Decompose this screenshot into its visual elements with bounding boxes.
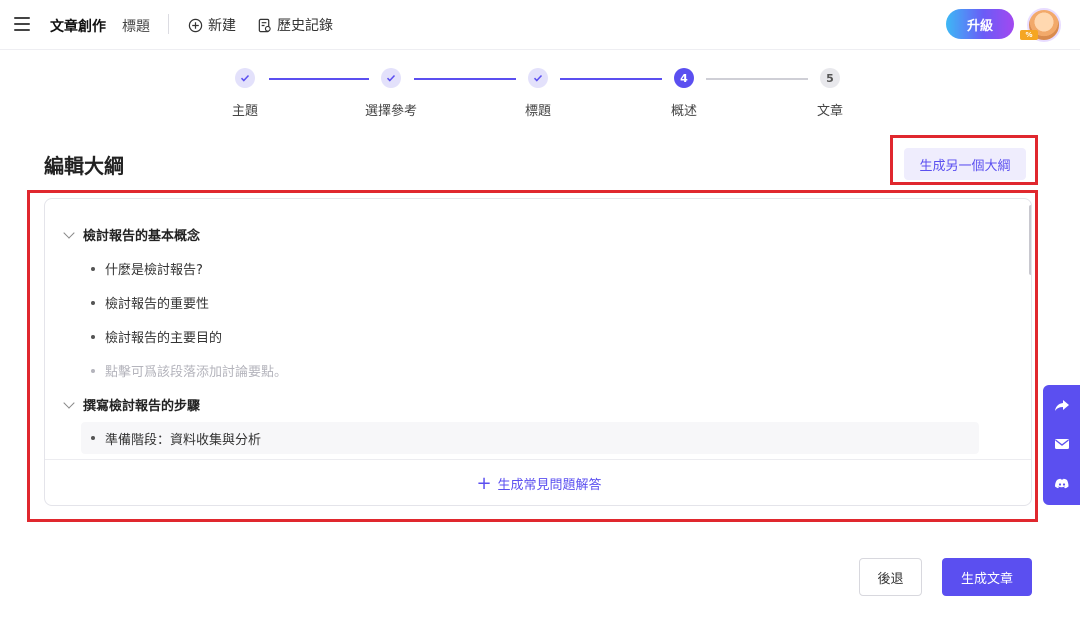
bullet-icon — [91, 334, 95, 339]
upgrade-button[interactable]: 升級 — [946, 9, 1014, 39]
item-text: 準備階段：資料收集與分析 — [105, 432, 262, 448]
step-connector — [706, 78, 808, 80]
step-1-label: 主題 — [231, 104, 259, 119]
avatar-badge: % — [1020, 30, 1038, 40]
add-point-placeholder[interactable]: 點擊可爲該段落添加討論要點。 — [91, 361, 287, 380]
item-text: 檢討報告的主要目的 — [105, 331, 223, 346]
bullet-icon — [91, 436, 95, 440]
nav-title-tab[interactable]: 標題 — [122, 16, 150, 36]
outline-item[interactable]: 檢討報告的重要性 — [91, 293, 209, 312]
step-1-check-icon — [235, 68, 255, 88]
new-button[interactable]: 新建 — [188, 15, 236, 35]
bullet-icon — [91, 266, 95, 271]
back-button[interactable]: 後退 — [859, 558, 922, 596]
nav-divider — [168, 14, 169, 34]
placeholder-text: 點擊可爲該段落添加討論要點。 — [105, 365, 288, 380]
plus-circle-icon — [188, 18, 203, 32]
step-connector — [414, 78, 516, 80]
history-label: 歷史記錄 — [277, 18, 333, 34]
step-4-number: 4 — [674, 68, 694, 88]
step-connector — [560, 78, 662, 80]
step-connector — [269, 78, 369, 80]
new-label: 新建 — [208, 18, 236, 34]
step-4-label: 概述 — [670, 104, 698, 119]
step-5-label: 文章 — [816, 104, 844, 119]
step-2-label: 選擇參考 — [364, 104, 418, 119]
progress-stepper: 主題 選擇參考 標題 4 概述 5 文章 — [0, 68, 1080, 119]
outline-scroll-area[interactable]: 檢討報告的基本概念 什麼是檢討報告? 檢討報告的重要性 檢討報告的主要目的 點擊… — [45, 199, 1025, 459]
section-title: 撰寫檢討報告的步驟 — [83, 399, 201, 414]
faq-label: 生成常見問題解答 — [497, 478, 602, 493]
outline-item[interactable]: 什麼是檢討報告? — [91, 259, 203, 278]
step-2-check-icon — [381, 68, 401, 88]
outline-item[interactable]: 檢討報告的主要目的 — [91, 327, 222, 346]
outline-item[interactable]: 準備階段：資料收集與分析 — [81, 422, 979, 454]
step-3-check-icon — [528, 68, 548, 88]
item-text: 檢討報告的重要性 — [105, 297, 210, 312]
history-document-icon — [258, 18, 271, 32]
bullet-icon — [91, 368, 95, 373]
page-title: 編輯大綱 — [44, 154, 124, 178]
floating-side-bar — [1043, 385, 1080, 505]
top-bar: 文章創作 標題 新建 歷史記錄 升級 % — [0, 0, 1080, 50]
generate-faq-button[interactable]: + 生成常見問題解答 — [45, 459, 1031, 505]
outline-section[interactable]: 撰寫檢討報告的步驟 — [63, 395, 201, 414]
mail-icon[interactable] — [1054, 436, 1070, 452]
share-icon[interactable] — [1054, 397, 1070, 413]
step-3-label: 標題 — [524, 104, 552, 119]
chevron-down-icon[interactable] — [63, 226, 75, 239]
chevron-down-icon[interactable] — [63, 396, 75, 409]
outline-section[interactable]: 檢討報告的基本概念 — [63, 225, 201, 244]
plus-icon: + — [476, 472, 492, 494]
regenerate-outline-button[interactable]: 生成另一個大綱 — [904, 148, 1026, 180]
discord-icon[interactable] — [1054, 476, 1070, 492]
section-title: 檢討報告的基本概念 — [83, 229, 201, 244]
generate-article-button[interactable]: 生成文章 — [942, 558, 1032, 596]
outline-editor: 檢討報告的基本概念 什麼是檢討報告? 檢討報告的重要性 檢討報告的主要目的 點擊… — [44, 198, 1032, 506]
bullet-icon — [91, 300, 95, 305]
history-button[interactable]: 歷史記錄 — [257, 15, 333, 35]
menu-icon[interactable] — [14, 17, 30, 31]
step-5-number: 5 — [820, 68, 840, 88]
app-title: 文章創作 — [50, 19, 106, 35]
scrollbar-thumb[interactable] — [1029, 205, 1031, 275]
item-text: 什麼是檢討報告? — [105, 263, 203, 278]
